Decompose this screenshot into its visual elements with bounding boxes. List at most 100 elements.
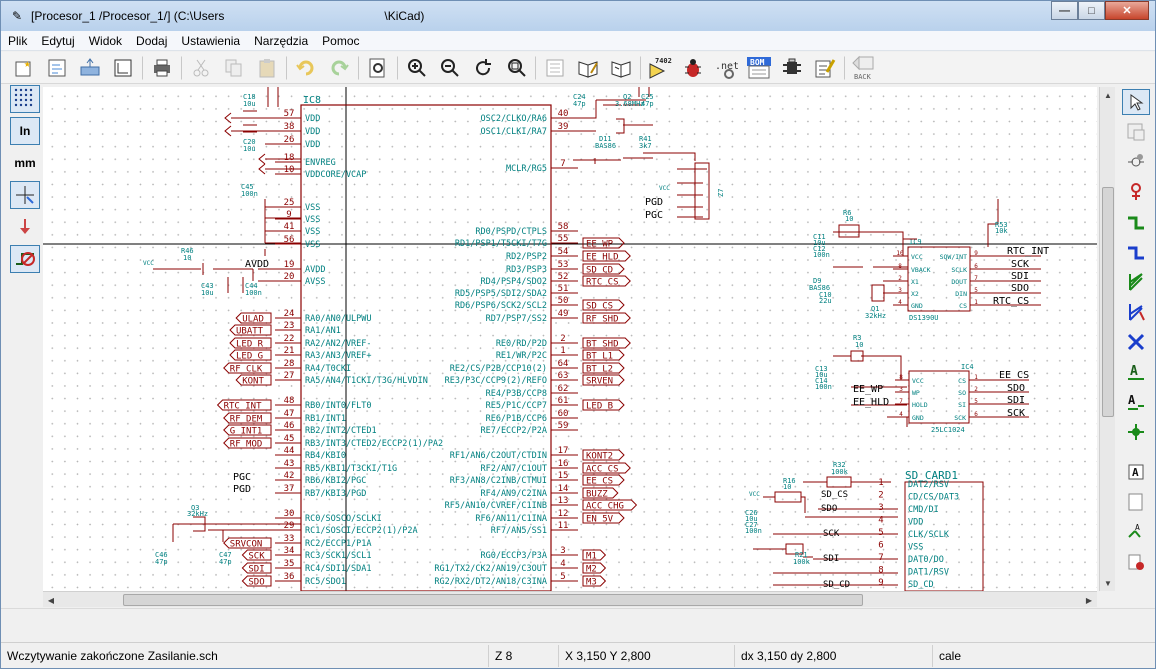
sheet-set-icon[interactable]: [43, 54, 70, 81]
ic8-pin-number: 23: [284, 321, 295, 331]
add-bus-icon[interactable]: [1122, 239, 1150, 265]
ic8-pin-number: 33: [284, 534, 295, 544]
add-global-label-icon[interactable]: A: [1122, 389, 1150, 415]
hierarchy-navigator-icon[interactable]: [1122, 119, 1150, 145]
zoom-fit-icon[interactable]: [502, 54, 529, 81]
q3-value: 32kHz: [187, 510, 208, 518]
add-power-icon[interactable]: [1122, 179, 1150, 205]
ic9-pin-name: SCLK: [951, 266, 967, 274]
bom-icon[interactable]: BOM: [745, 54, 772, 81]
inch-units-button[interactable]: In: [10, 117, 40, 145]
menu-widok[interactable]: Widok: [82, 34, 129, 48]
c44-value: 100n: [245, 289, 262, 297]
close-button[interactable]: ✕: [1105, 1, 1149, 20]
avdd-net: AVDD: [245, 259, 269, 270]
schematic-canvas[interactable]: IC8 5 7 VDD 3 8 VDD 2 6 VDD 18 ENVREG 10 VDDCORE/VCA…: [43, 87, 1097, 591]
bus-wire-orient-icon[interactable]: [10, 245, 40, 273]
print-icon[interactable]: [148, 54, 175, 81]
ee-wp-net: EE_WP: [853, 384, 883, 395]
add-sheet-pin-icon[interactable]: [1122, 549, 1150, 575]
menu-ustawienia[interactable]: Ustawienia: [174, 34, 247, 48]
r46-value: 10: [183, 254, 191, 262]
c47-value: 47p: [219, 558, 232, 566]
hidden-pins-icon[interactable]: [10, 213, 40, 241]
redo-icon[interactable]: [325, 54, 352, 81]
hier-label-text: ACC_CHG: [586, 502, 624, 512]
scroll-left-arrow-icon[interactable]: ◀: [43, 592, 59, 608]
ic4-pin-name: WP: [912, 389, 920, 397]
erc-icon[interactable]: [679, 54, 706, 81]
zoom-out-icon[interactable]: [436, 54, 463, 81]
new-sheet-icon[interactable]: ★: [10, 54, 37, 81]
c43-value: 10u: [201, 289, 214, 297]
ic8-pin-number: 49: [558, 309, 569, 319]
ic4-ref: IC4: [961, 363, 974, 371]
add-net-label-icon[interactable]: A: [1122, 359, 1150, 385]
menu-dodaj[interactable]: Dodaj: [129, 34, 174, 48]
library-browser-icon[interactable]: [607, 54, 634, 81]
horizontal-scrollbar[interactable]: ◀ ▶: [43, 591, 1097, 607]
mm-units-button[interactable]: mm: [10, 149, 40, 177]
scroll-right-arrow-icon[interactable]: ▶: [1081, 592, 1097, 608]
menu-narzedzia[interactable]: Narzędzia: [247, 34, 315, 48]
grid-toggle-icon[interactable]: [10, 85, 40, 113]
back-icon[interactable]: BACK: [850, 54, 877, 81]
add-component-icon[interactable]: [1122, 149, 1150, 175]
ic8-pin-name: RF5/AN10/CVREF/C1INB: [445, 501, 547, 511]
add-wire-icon[interactable]: [1122, 209, 1150, 235]
hierarchy-icon[interactable]: [541, 54, 568, 81]
zoom-in-icon[interactable]: [403, 54, 430, 81]
pgd-net-left: PGD: [233, 484, 251, 495]
left-toolbar: In mm: [1, 85, 41, 605]
sd-pin-number: 5: [878, 528, 883, 538]
cvpcb-icon[interactable]: [778, 54, 805, 81]
inch-label: In: [19, 124, 31, 138]
hier-label-text: LED_R: [236, 340, 264, 350]
menu-pomoc[interactable]: Pomoc: [315, 34, 366, 48]
redraw-icon[interactable]: [469, 54, 496, 81]
load-icon[interactable]: [76, 54, 103, 81]
cursor-shape-icon[interactable]: [10, 181, 40, 209]
horizontal-scroll-thumb[interactable]: [123, 594, 863, 606]
scroll-down-arrow-icon[interactable]: ▼: [1100, 575, 1116, 591]
find-icon[interactable]: [364, 54, 391, 81]
wire-to-bus-entry-icon[interactable]: [1122, 269, 1150, 295]
library-editor-icon[interactable]: [574, 54, 601, 81]
no-connect-icon[interactable]: [1122, 329, 1150, 355]
main-toolbar: ★ 7402 .net BOM BACK: [1, 52, 1155, 84]
z7-label: Z7: [717, 189, 725, 197]
edit-fields-icon[interactable]: [811, 54, 838, 81]
vertical-scroll-thumb[interactable]: [1102, 187, 1114, 417]
undo-icon[interactable]: [292, 54, 319, 81]
menu-plik[interactable]: Plik: [1, 34, 34, 48]
cut-icon[interactable]: [187, 54, 214, 81]
ic8-pin-name: RB3/INT3/CTED2/ECCP2(1)/PA2: [305, 439, 443, 449]
minimize-button[interactable]: —: [1051, 1, 1078, 20]
bus-to-bus-entry-icon[interactable]: [1122, 299, 1150, 325]
add-hierarchical-label-icon[interactable]: A: [1122, 459, 1150, 485]
netlist-icon[interactable]: .net: [712, 54, 739, 81]
ic8-pin-name: VDD: [305, 114, 320, 124]
ic8-pin-name: VSS: [305, 203, 320, 213]
menu-edytuj[interactable]: Edytuj: [34, 34, 81, 48]
sdi-net-ee: SDI: [1007, 395, 1025, 406]
hier-label-text: M1: [586, 552, 597, 562]
select-cursor-icon[interactable]: [1122, 89, 1150, 115]
ic8-pin-number: 1: [560, 346, 565, 356]
page-settings-icon[interactable]: [109, 54, 136, 81]
import-sheet-pin-icon[interactable]: A: [1122, 519, 1150, 545]
maximize-button[interactable]: □: [1078, 1, 1105, 20]
c27-value: 100n: [745, 527, 762, 535]
sd-pin-name: CD/CS/DAT3: [908, 493, 959, 503]
annotate-icon[interactable]: 7402: [646, 54, 673, 81]
vertical-scrollbar[interactable]: ▲ ▼: [1099, 87, 1115, 591]
hier-label-text: SDO: [248, 578, 264, 588]
title-bar: ✎ [Procesor_1 /Procesor_1/] (C:\Users \K…: [1, 1, 1155, 31]
ic8-pin-name: RE2/CS/P2B/CCP10(2): [450, 364, 547, 374]
add-sheet-icon[interactable]: [1122, 489, 1150, 515]
copy-icon[interactable]: [220, 54, 247, 81]
scroll-up-arrow-icon[interactable]: ▲: [1100, 87, 1116, 103]
paste-icon[interactable]: [253, 54, 280, 81]
ic8-pin-name: OSC1/CLKI/RA7: [480, 127, 547, 137]
add-junction-icon[interactable]: [1122, 419, 1150, 445]
